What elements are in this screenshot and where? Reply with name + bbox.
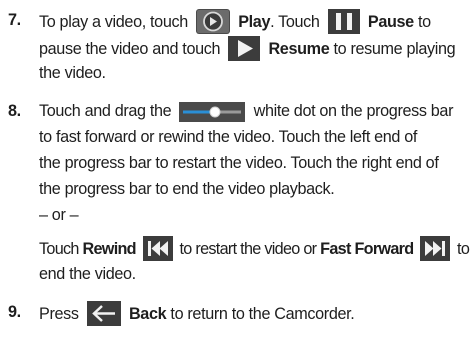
step-text: Touch xyxy=(39,239,79,258)
step-text: the video. xyxy=(39,64,106,82)
play-circle-icon xyxy=(196,9,231,34)
pause-label: Pause xyxy=(367,12,414,31)
step-text: end the video. xyxy=(39,265,136,283)
step-text: to restart the video or xyxy=(179,239,318,258)
back-label: Back xyxy=(128,304,167,323)
step-text: Press xyxy=(39,304,79,323)
back-arrow-icon xyxy=(86,301,121,326)
step-7-line-3: the video. xyxy=(39,63,106,83)
step-text: To play a video, touch xyxy=(39,12,188,31)
step-text: white dot on the progress bar xyxy=(253,102,454,120)
step-number: 7. xyxy=(8,11,21,29)
or-separator: – or – xyxy=(39,206,79,224)
progress-bar-icon xyxy=(179,101,246,122)
step-text: to fast forward or rewind the video. Tou… xyxy=(39,128,418,146)
play-label: Play xyxy=(238,12,271,31)
step-8-or: – or – xyxy=(39,205,79,225)
step-8-line-7: end the video. xyxy=(39,264,136,284)
fast-forward-icon xyxy=(420,236,451,261)
step-text: pause the video and touch xyxy=(39,39,221,58)
step-7-line-1: To play a video, touch Play. Touch Pause… xyxy=(39,9,431,35)
rewind-icon xyxy=(142,236,173,261)
resume-label: Resume xyxy=(268,39,330,58)
step-number: 8. xyxy=(8,102,21,120)
step-text: Touch and drag the xyxy=(39,102,172,120)
step-text: the progress bar to restart the video. T… xyxy=(39,154,439,172)
rewind-label: Rewind xyxy=(82,239,137,258)
step-text: to xyxy=(417,12,431,31)
step-8-line-6: Touch Rewind to restart the video or Fas… xyxy=(39,236,470,262)
step-7-line-2: pause the video and touch Resume to resu… xyxy=(39,36,456,62)
step-9-line-1: Press Back to return to the Camcorder. xyxy=(39,301,355,327)
step-text: the progress bar to end the video playba… xyxy=(39,180,335,198)
pause-icon xyxy=(327,9,360,34)
step-text: to return to the Camcorder. xyxy=(170,304,355,323)
step-8-line-1: Touch and drag the white dot on the prog… xyxy=(39,101,453,122)
step-number: 9. xyxy=(8,303,21,321)
fast-forward-label: Fast Forward xyxy=(320,239,414,258)
step-text: to xyxy=(457,239,470,258)
step-8-line-3: the progress bar to restart the video. T… xyxy=(39,153,439,173)
step-text: . Touch xyxy=(270,12,320,31)
step-8-line-2: to fast forward or rewind the video. Tou… xyxy=(39,127,417,147)
step-8-line-4: the progress bar to end the video playba… xyxy=(39,179,335,199)
step-text: to resume playing xyxy=(333,39,456,58)
resume-play-icon xyxy=(228,36,261,61)
